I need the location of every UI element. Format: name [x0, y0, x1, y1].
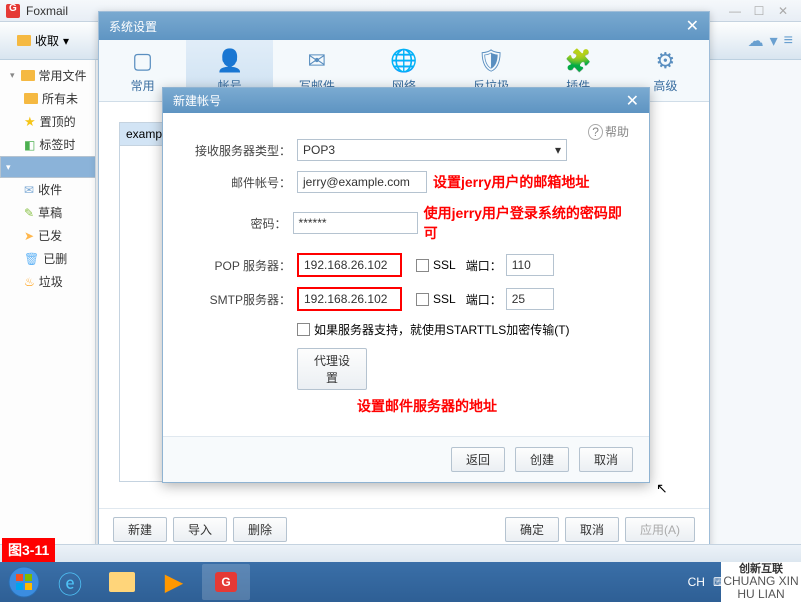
new-account-dialog: 新建帐号 ✕ ?帮助 接收服务器类型： POP3▾ 邮件帐号： jerry@ex…: [162, 87, 650, 483]
taskbar-media[interactable]: ▶: [150, 564, 198, 600]
folder-icon: [21, 70, 35, 81]
smtp-port-input[interactable]: 25: [506, 288, 554, 310]
figure-label: 图3-11: [2, 538, 55, 562]
sidebar-tags[interactable]: ◧标签时: [0, 133, 95, 156]
menu-icon[interactable]: ≡: [784, 32, 793, 50]
globe-icon: 🌐: [390, 48, 417, 74]
create-button[interactable]: 创建: [515, 447, 569, 472]
cursor-icon: ↖: [656, 480, 668, 497]
screen-icon: ▢: [132, 48, 153, 74]
trash-icon: 🗑: [24, 252, 39, 266]
taskbar: ⓔ ▶ G CH ⌨ 🏳 ▲ 🕪: [0, 562, 801, 602]
minimize-button[interactable]: —: [723, 4, 747, 18]
import-button[interactable]: 导入: [173, 517, 227, 542]
recvtype-select[interactable]: POP3▾: [297, 139, 567, 161]
annot-server: 设置邮件服务器的地址: [357, 396, 497, 416]
app-title: Foxmail: [26, 4, 68, 18]
smtp-ssl-label: SSL: [433, 292, 456, 306]
smtp-ssl-checkbox[interactable]: [416, 293, 429, 306]
receive-drop-icon: ▾: [63, 34, 69, 48]
smtp-label: SMTP服务器：: [185, 291, 297, 308]
tag-icon: ◧: [24, 138, 35, 152]
apply-button[interactable]: 应用(A): [625, 517, 695, 542]
sidebar-spam[interactable]: ♨垃圾: [0, 270, 95, 293]
ok-button[interactable]: 确定: [505, 517, 559, 542]
taskbar-explorer[interactable]: [98, 564, 146, 600]
star-icon: ★: [24, 114, 36, 130]
smtp-server-input[interactable]: 192.168.26.102: [297, 287, 402, 311]
settings-title: 系统设置: [109, 18, 157, 35]
folder-icon: [24, 93, 38, 104]
delete-button[interactable]: 删除: [233, 517, 287, 542]
sidebar-deleted[interactable]: 🗑已删: [0, 247, 95, 270]
windows-icon: [8, 566, 40, 598]
sidebar-pinned[interactable]: ★置顶的: [0, 110, 95, 133]
sidebar-inbox[interactable]: ✉收件: [0, 178, 95, 201]
close-button[interactable]: ✕: [771, 4, 795, 18]
cancel-button[interactable]: 取消: [565, 517, 619, 542]
dropdown-icon[interactable]: ▾: [770, 31, 778, 51]
sent-icon: ➤: [24, 229, 34, 243]
password-input[interactable]: ******: [293, 212, 418, 234]
person-icon: 👤: [216, 48, 243, 74]
help-link[interactable]: ?帮助: [588, 123, 629, 140]
tray-ime[interactable]: CH: [688, 575, 705, 589]
pop-ssl-label: SSL: [433, 258, 456, 272]
settings-titlebar: 系统设置 ✕: [99, 12, 709, 40]
pop-port-label: 端口：: [466, 257, 502, 274]
receive-button[interactable]: 收取 ▾: [8, 28, 78, 53]
app-logo: [6, 4, 20, 18]
receive-label: 收取: [35, 32, 59, 49]
receive-icon: [17, 35, 31, 46]
pop-server-input[interactable]: 192.168.26.102: [297, 253, 402, 277]
start-button[interactable]: [4, 562, 44, 602]
mailacct-label: 邮件帐号：: [185, 174, 297, 191]
annot-mail: 设置jerry用户的邮箱地址: [433, 172, 589, 192]
settings-close-button[interactable]: ✕: [686, 16, 699, 36]
newacct-titlebar: 新建帐号 ✕: [163, 88, 649, 113]
smtp-port-label: 端口：: [466, 291, 502, 308]
sidebar-account[interactable]: ▾▣exampl: [0, 156, 96, 178]
sidebar-sent[interactable]: ➤已发: [0, 224, 95, 247]
new-account-button[interactable]: 新建: [113, 517, 167, 542]
sidebar-all-unread[interactable]: 所有未: [0, 87, 95, 110]
chevron-down-icon: ▾: [555, 143, 561, 157]
recvtype-label: 接收服务器类型：: [185, 142, 297, 159]
newacct-cancel-button[interactable]: 取消: [579, 447, 633, 472]
taskbar-ie[interactable]: ⓔ: [46, 564, 94, 600]
gear-icon: ⚙: [656, 48, 676, 74]
starttls-checkbox[interactable]: [297, 323, 310, 336]
pop-ssl-checkbox[interactable]: [416, 259, 429, 272]
flame-icon: ♨: [24, 275, 35, 289]
inbox-icon: ✉: [24, 183, 34, 197]
pop-label: POP 服务器：: [185, 257, 297, 274]
sidebar: ▾常用文件 所有未 ★置顶的 ◧标签时 ▾▣exampl ✉收件 ✎草稿 ➤已发…: [0, 60, 96, 602]
remote-icon[interactable]: ☁: [748, 31, 764, 51]
proxy-button[interactable]: 代理设置: [297, 348, 367, 390]
newacct-title: 新建帐号: [173, 92, 221, 109]
brand-watermark: 创新互联CHUANG XIN HU LIAN: [721, 562, 801, 602]
pop-port-input[interactable]: 110: [506, 254, 554, 276]
starttls-label: 如果服务器支持，就使用STARTTLS加密传输(T): [314, 321, 570, 338]
maximize-button[interactable]: ☐: [747, 4, 771, 18]
back-button[interactable]: 返回: [451, 447, 505, 472]
password-label: 密码：: [185, 215, 293, 232]
sidebar-drafts[interactable]: ✎草稿: [0, 201, 95, 224]
taskbar-foxmail[interactable]: G: [202, 564, 250, 600]
compose-icon: ✉: [308, 48, 326, 74]
newacct-close-button[interactable]: ✕: [626, 91, 639, 111]
plugin-icon: 🧩: [565, 48, 592, 74]
annot-pwd: 使用jerry用户登录系统的密码即可: [424, 203, 627, 243]
statusbar: ▭ 👤: [0, 544, 801, 562]
sidebar-common-folders[interactable]: ▾常用文件: [0, 64, 95, 87]
draft-icon: ✎: [24, 206, 34, 220]
mailacct-input[interactable]: jerry@example.com: [297, 171, 427, 193]
shield-icon: 🛡: [477, 48, 505, 74]
